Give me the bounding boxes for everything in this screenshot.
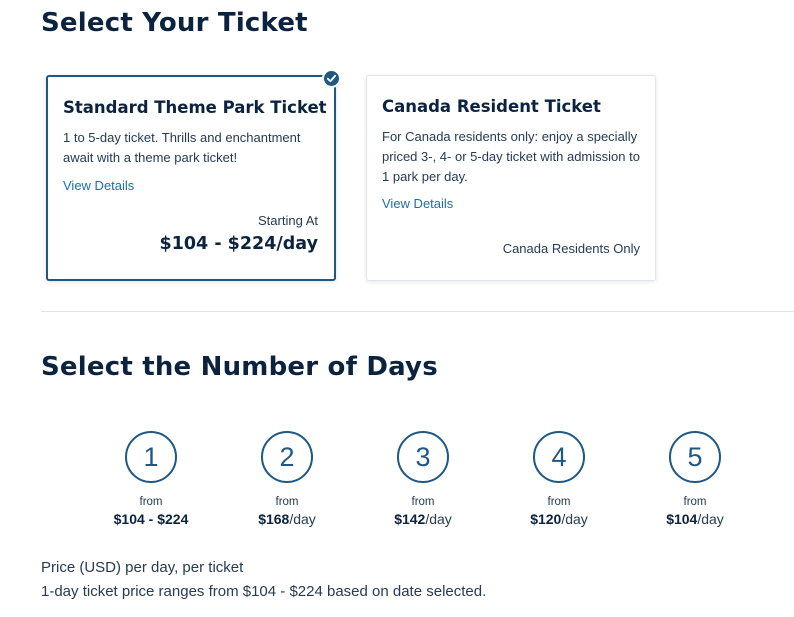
- from-label: from: [275, 496, 299, 508]
- day-number: 5: [669, 431, 721, 483]
- card-description: For Canada residents only: enjoy a speci…: [382, 129, 640, 184]
- from-label: from: [139, 496, 163, 508]
- day-number: 4: [533, 431, 585, 483]
- day-option-2[interactable]: 2 from $168/day: [237, 431, 337, 527]
- day-price-unit: /day: [561, 511, 588, 527]
- day-number: 1: [125, 431, 177, 483]
- day-price: $142: [394, 511, 426, 527]
- view-details-link[interactable]: View Details: [63, 178, 134, 193]
- price-range-note: 1-day ticket price ranges from $104 - $2…: [41, 583, 487, 600]
- day-price-unit: /day: [425, 511, 452, 527]
- section-divider: [41, 311, 794, 312]
- card-title: Canada Resident Ticket: [382, 97, 601, 116]
- standard-ticket-card[interactable]: Standard Theme Park Ticket 1 to 5-day ti…: [46, 75, 336, 281]
- day-option-4[interactable]: 4 from $120/day: [509, 431, 609, 527]
- view-details-link[interactable]: View Details: [382, 196, 453, 211]
- price-range: $104 - $224/day: [159, 234, 318, 254]
- day-number: 2: [261, 431, 313, 483]
- price-note: Price (USD) per day, per ticket: [41, 559, 244, 576]
- residents-only-label: Canada Residents Only: [502, 241, 640, 256]
- from-label: from: [411, 496, 435, 508]
- canada-resident-ticket-card[interactable]: Canada Resident Ticket For Canada reside…: [366, 75, 656, 281]
- check-circle-icon: [322, 69, 341, 88]
- day-price: $104: [666, 511, 698, 527]
- day-number: 3: [397, 431, 449, 483]
- from-label: from: [547, 496, 571, 508]
- card-title: Standard Theme Park Ticket: [63, 98, 327, 117]
- starting-at-label: Starting At: [258, 213, 318, 228]
- day-option-3[interactable]: 3 from $142/day: [373, 431, 473, 527]
- day-price: $168: [258, 511, 290, 527]
- day-price-unit: /day: [289, 511, 316, 527]
- day-option-1[interactable]: 1 from $104 - $224: [101, 431, 201, 527]
- day-price: $120: [530, 511, 562, 527]
- card-description: 1 to 5-day ticket. Thrills and enchantme…: [63, 130, 301, 165]
- day-option-5[interactable]: 5 from $104/day: [645, 431, 745, 527]
- day-price-unit: /day: [697, 511, 724, 527]
- day-price: $104 - $224: [113, 511, 189, 527]
- from-label: from: [683, 496, 707, 508]
- select-ticket-heading: Select Your Ticket: [41, 8, 308, 38]
- select-days-heading: Select the Number of Days: [41, 352, 438, 382]
